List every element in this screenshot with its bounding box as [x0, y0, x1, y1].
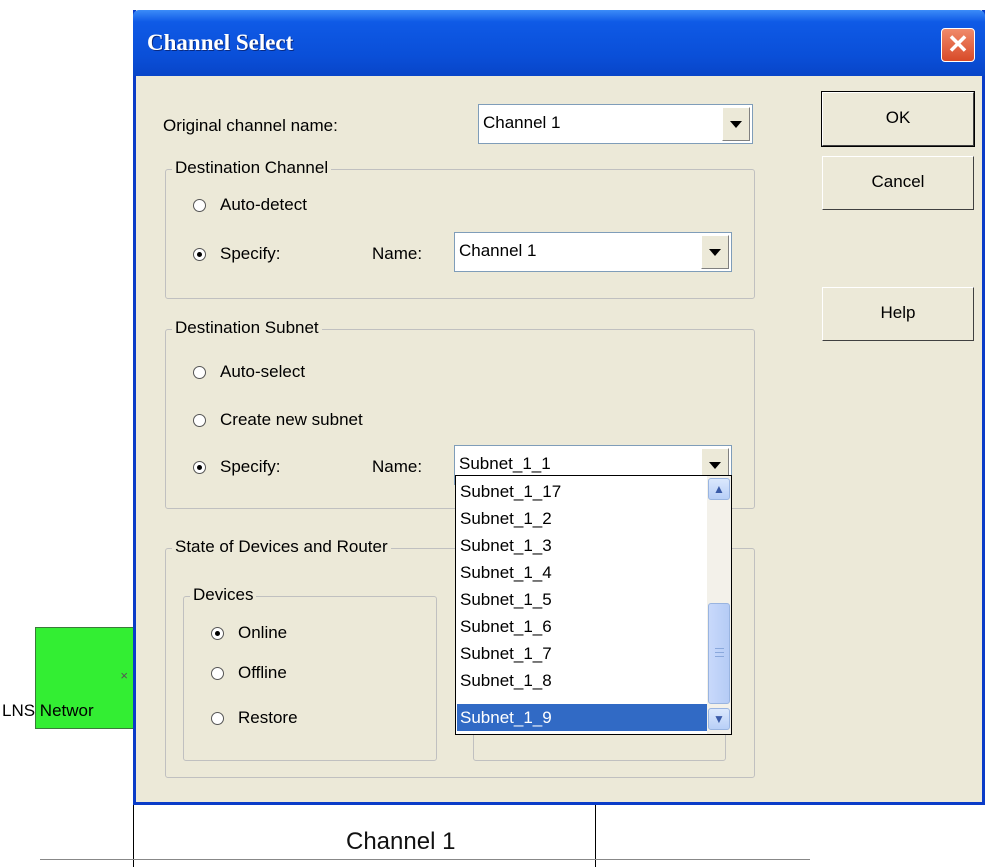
- radio-selected-icon: [211, 626, 224, 640]
- radio-icon: [211, 666, 224, 680]
- dropdown-arrow-button[interactable]: [701, 235, 729, 269]
- radio-create-new-subnet[interactable]: Create new subnet: [193, 410, 363, 430]
- list-item[interactable]: Subnet_1_3: [457, 532, 707, 559]
- chevron-down-icon: [709, 461, 721, 469]
- close-icon: ✕: [947, 29, 969, 59]
- list-item[interactable]: Subnet_1_2: [457, 505, 707, 532]
- channel-name-label: Name:: [372, 244, 423, 263]
- list-item[interactable]: Subnet_1_8: [457, 667, 707, 694]
- chevron-down-icon: [709, 248, 721, 256]
- destination-subnet-legend: Destination Subnet: [172, 318, 322, 338]
- ok-button[interactable]: OK: [821, 91, 975, 147]
- list-item[interactable]: Subnet_1_17: [457, 478, 707, 505]
- grip-icon: [715, 656, 724, 657]
- grip-icon: [715, 652, 724, 653]
- radio-channel-specify-label: Specify:: [220, 244, 281, 263]
- connector-line: [595, 805, 596, 867]
- destination-channel-value: Channel 1: [459, 241, 537, 260]
- destination-channel-legend: Destination Channel: [172, 158, 332, 178]
- radio-channel-specify[interactable]: Specify:: [193, 244, 280, 264]
- subnet-dropdown-list[interactable]: Subnet_1_17 Subnet_1_2 Subnet_1_3 Subnet…: [455, 475, 732, 735]
- radio-subnet-specify[interactable]: Specify:: [193, 457, 280, 477]
- state-devices-router-legend: State of Devices and Router: [172, 537, 391, 557]
- list-item[interactable]: Subnet_1_5: [457, 586, 707, 613]
- connector-line: [133, 805, 134, 867]
- destination-subnet-value: Subnet_1_1: [459, 454, 551, 473]
- radio-selected-icon: [193, 460, 206, 474]
- scroll-up-button[interactable]: ▲: [708, 478, 730, 500]
- chevron-up-icon: ▲: [713, 482, 725, 496]
- dialog-title: Channel Select: [147, 30, 294, 55]
- radio-icon: [193, 413, 206, 427]
- radio-restore-label: Restore: [238, 708, 298, 727]
- subnet-name-label: Name:: [372, 457, 423, 476]
- radio-online-label: Online: [238, 623, 288, 642]
- radio-auto-select-label: Auto-select: [220, 362, 306, 381]
- chevron-down-icon: ▼: [713, 712, 725, 726]
- original-channel-combo[interactable]: Channel 1: [478, 104, 753, 144]
- scroll-down-button[interactable]: ▼: [708, 708, 730, 730]
- channel-label: Channel 1: [346, 828, 456, 855]
- dropdown-scrollbar[interactable]: ▲ ▼: [707, 476, 731, 734]
- scroll-thumb[interactable]: [708, 603, 730, 704]
- radio-auto-detect[interactable]: Auto-detect: [193, 195, 307, 215]
- radio-restore[interactable]: Restore: [211, 708, 298, 728]
- node-marker-icon: ×: [120, 668, 128, 683]
- title-bar[interactable]: Channel Select ✕: [133, 10, 985, 76]
- destination-channel-combo[interactable]: Channel 1: [454, 232, 732, 272]
- network-node-label: LNS Networ: [2, 701, 94, 720]
- help-button[interactable]: Help: [822, 287, 974, 341]
- radio-subnet-specify-label: Specify:: [220, 457, 281, 476]
- radio-offline[interactable]: Offline: [211, 663, 287, 683]
- cancel-button[interactable]: Cancel: [822, 156, 974, 210]
- radio-selected-icon: [193, 247, 206, 261]
- radio-auto-select[interactable]: Auto-select: [193, 362, 305, 382]
- original-channel-value: Channel 1: [483, 113, 561, 132]
- list-item[interactable]: Subnet_1_7: [457, 640, 707, 667]
- radio-icon: [193, 198, 206, 212]
- radio-create-new-subnet-label: Create new subnet: [220, 410, 363, 429]
- channel-select-dialog: Channel Select ✕ Original channel name: …: [133, 10, 985, 805]
- channel-line: [40, 859, 810, 860]
- list-item[interactable]: Subnet_1_6: [457, 613, 707, 640]
- radio-online[interactable]: Online: [211, 623, 287, 643]
- close-button[interactable]: ✕: [941, 28, 975, 62]
- radio-icon: [193, 365, 206, 379]
- devices-legend: Devices: [190, 585, 257, 605]
- dropdown-arrow-button[interactable]: [722, 107, 750, 141]
- original-channel-label: Original channel name:: [163, 116, 338, 135]
- chevron-down-icon: [730, 120, 742, 128]
- list-item-selected[interactable]: Subnet_1_9: [457, 704, 707, 731]
- list-item[interactable]: Subnet_1_4: [457, 559, 707, 586]
- radio-icon: [211, 711, 224, 725]
- radio-offline-label: Offline: [238, 663, 287, 682]
- radio-auto-detect-label: Auto-detect: [220, 195, 307, 214]
- grip-icon: [715, 648, 724, 649]
